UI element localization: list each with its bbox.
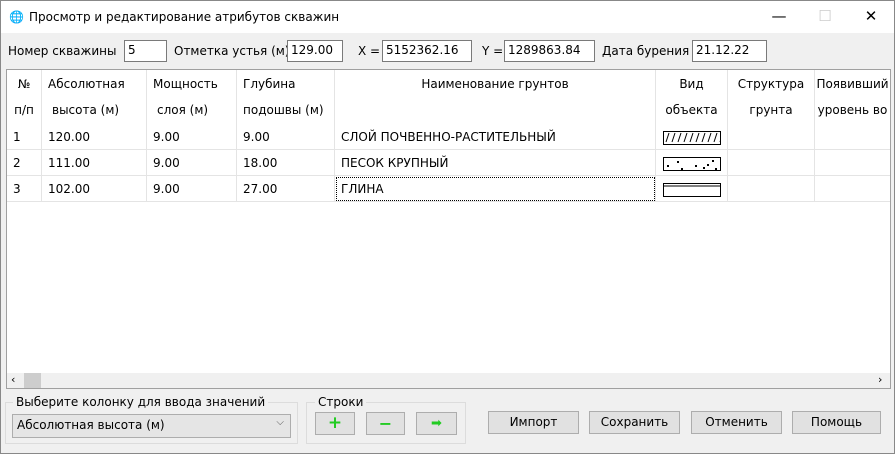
- cell-col-abs-height[interactable]: 120.00: [42, 124, 147, 150]
- cell-col-object-type[interactable]: [656, 150, 728, 176]
- x-input[interactable]: 5152362.16: [382, 40, 472, 62]
- header-col-depth[interactable]: Глубина подошвы (м): [237, 70, 335, 124]
- cell-col-water-level[interactable]: [815, 176, 890, 202]
- column-select-value: Абсолютная высота (м): [17, 418, 165, 432]
- horizontal-scrollbar[interactable]: ‹ ›: [7, 373, 890, 388]
- header-col-thickness[interactable]: Мощность слоя (м): [147, 70, 237, 124]
- cell-col-soil-structure[interactable]: [728, 176, 815, 202]
- cell-col-soil-name[interactable]: ГЛИНА: [335, 176, 656, 202]
- header-col-soil-name[interactable]: Наименование грунтов: [335, 70, 656, 124]
- add-row-button[interactable]: +: [315, 412, 355, 435]
- header-line: Структура: [737, 77, 805, 91]
- header-line: Абсолютная: [48, 77, 125, 91]
- header-col-soil-structure[interactable]: Структура грунта: [728, 70, 815, 124]
- cell-col-soil-structure[interactable]: [728, 124, 815, 150]
- well-number-input[interactable]: 5: [124, 40, 167, 62]
- cell-col-water-level[interactable]: [815, 150, 890, 176]
- header-line: №: [17, 77, 31, 91]
- column-select-dropdown[interactable]: Абсолютная высота (м) ⌵: [12, 414, 291, 438]
- y-input[interactable]: 1289863.84: [504, 40, 595, 62]
- save-button[interactable]: Сохранить: [589, 411, 680, 434]
- scroll-left-icon[interactable]: ‹: [11, 373, 15, 386]
- chevron-down-icon: ⌵: [276, 417, 284, 428]
- scroll-right-icon[interactable]: ›: [878, 373, 882, 386]
- header-col-water-level[interactable]: Появивший уровень во: [815, 70, 890, 124]
- header-col-abs-height[interactable]: Абсолютная высота (м): [42, 70, 147, 124]
- pattern-sand-dots-icon: [663, 156, 721, 171]
- cell-col-thickness[interactable]: 9.00: [147, 124, 237, 150]
- cell-col-water-level[interactable]: [815, 124, 890, 150]
- layers-table[interactable]: № п/п Абсолютная высота (м) Мощность слоя (м)…: [6, 69, 891, 389]
- remove-row-button[interactable]: −: [366, 412, 405, 435]
- column-select-label: Выберите колонку для ввода значений: [13, 395, 269, 409]
- elevation-label: Отметка устья (м): [174, 44, 290, 58]
- cell-col-depth[interactable]: 18.00: [237, 150, 335, 176]
- cell-col-number[interactable]: 1: [7, 124, 42, 150]
- header-line: уровень во: [817, 103, 888, 117]
- header-line: Вид: [679, 77, 704, 91]
- header-line: объекта: [665, 103, 718, 117]
- cell-col-object-type[interactable]: [656, 124, 728, 150]
- cell-col-number[interactable]: 3: [7, 176, 42, 202]
- header-line: слоя (м): [157, 103, 209, 117]
- drill-date-label: Дата бурения: [602, 44, 690, 58]
- header-line: грунта: [749, 103, 793, 117]
- scroll-thumb[interactable]: [24, 373, 41, 388]
- help-button[interactable]: Помощь: [792, 411, 881, 434]
- cell-col-thickness[interactable]: 9.00: [147, 150, 237, 176]
- header-line: Наименование грунтов: [421, 77, 569, 91]
- header-line: [335, 97, 655, 123]
- header-line: высота (м): [52, 103, 120, 117]
- elevation-input[interactable]: 129.00: [287, 40, 343, 62]
- plus-icon: +: [327, 413, 343, 433]
- cancel-button[interactable]: Отменить: [691, 411, 782, 434]
- cell-col-thickness[interactable]: 9.00: [147, 176, 237, 202]
- move-row-button[interactable]: ➡: [416, 412, 457, 435]
- close-button[interactable]: ✕: [848, 1, 894, 33]
- app-icon: 🌐: [9, 10, 24, 24]
- header-col-number[interactable]: № п/п: [7, 70, 42, 124]
- cell-col-soil-name[interactable]: ПЕСОК КРУПНЫЙ: [335, 150, 656, 176]
- pattern-clay-lines-icon: [663, 182, 721, 197]
- cell-col-depth[interactable]: 27.00: [237, 176, 335, 202]
- arrow-right-icon: ➡: [431, 416, 442, 431]
- minus-icon: −: [378, 414, 393, 433]
- y-label: Y =: [482, 44, 504, 58]
- header-line: подошвы (м): [243, 103, 324, 117]
- maximize-button[interactable]: ☐: [802, 1, 848, 33]
- drill-date-input[interactable]: 21.12.22: [692, 40, 767, 62]
- cell-col-depth[interactable]: 9.00: [237, 124, 335, 150]
- cell-col-number[interactable]: 2: [7, 150, 42, 176]
- minimize-button[interactable]: —: [756, 1, 802, 33]
- pattern-soil-hatch-icon: [663, 130, 724, 145]
- header-col-object-type[interactable]: Вид объекта: [656, 70, 728, 124]
- header-line: п/п: [14, 103, 34, 117]
- rows-group-label: Строки: [315, 395, 367, 409]
- header-line: Глубина: [243, 77, 296, 91]
- cell-col-soil-name[interactable]: СЛОЙ ПОЧВЕННО-РАСТИТЕЛЬНЫЙ: [335, 124, 656, 150]
- x-label: X =: [358, 44, 381, 58]
- header-line: Мощность: [153, 77, 218, 91]
- header-line: Появивший: [816, 77, 889, 91]
- import-button[interactable]: Импорт: [488, 411, 579, 434]
- title-bar: 🌐 Просмотр и редактирование атрибутов ск…: [1, 1, 894, 33]
- cell-col-object-type[interactable]: [656, 176, 728, 202]
- window-title: Просмотр и редактирование атрибутов сква…: [29, 10, 340, 24]
- cell-col-abs-height[interactable]: 111.00: [42, 150, 147, 176]
- cell-col-abs-height[interactable]: 102.00: [42, 176, 147, 202]
- cell-col-soil-structure[interactable]: [728, 150, 815, 176]
- well-number-label: Номер скважины: [8, 44, 117, 58]
